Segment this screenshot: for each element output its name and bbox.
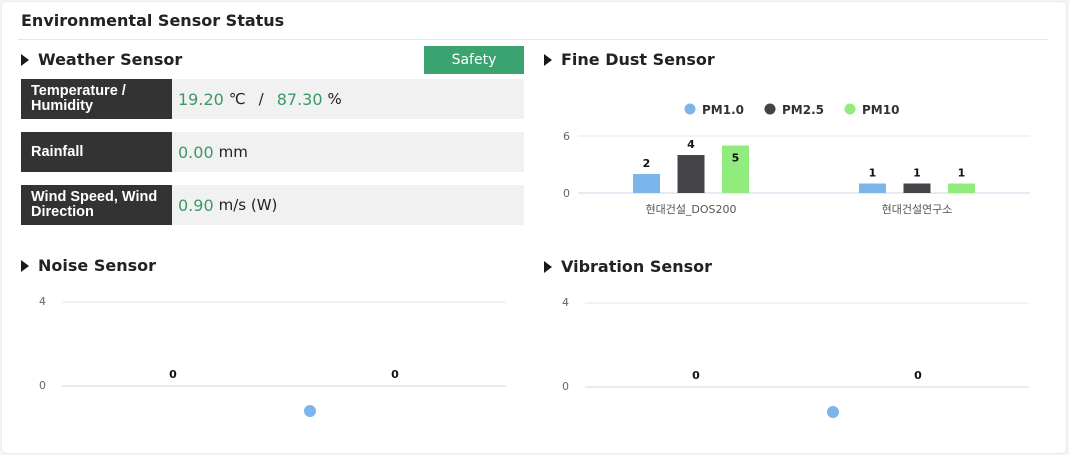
wind-speed-value: 0.90: [178, 195, 214, 215]
rainfall-value: 0.00: [178, 142, 214, 162]
wind-row: Wind Speed, Wind Direction 0.90 m/s (W): [21, 185, 524, 225]
triangle-icon: [21, 53, 29, 66]
y-tick-label: 0: [563, 187, 570, 200]
weather-sensor-title: Weather Sensor: [38, 50, 183, 69]
humidity-unit: %: [327, 90, 342, 108]
data-label: 1: [958, 167, 966, 180]
temperature-value: 19.20: [178, 89, 224, 109]
x-tick-label: 현대건설연구소: [882, 203, 953, 216]
fine-dust-title: Fine Dust Sensor: [561, 50, 715, 69]
y-tick-label: 0: [562, 380, 569, 393]
bar: [859, 183, 886, 193]
data-label: 4: [687, 138, 695, 151]
legend-marker: [827, 406, 839, 418]
data-label: 0: [914, 369, 922, 382]
legend-marker: [684, 103, 696, 115]
legend-label: PM1.0: [702, 103, 744, 117]
y-tick-label: 0: [39, 379, 46, 392]
fine-dust-heading: Fine Dust Sensor: [544, 50, 715, 69]
data-label: 5: [732, 152, 740, 165]
rainfall-value-group: 0.00 mm: [172, 132, 248, 172]
triangle-icon: [21, 259, 29, 272]
y-tick-label: 4: [562, 296, 569, 309]
rainfall-row: Rainfall 0.00 mm: [21, 132, 524, 172]
status-badge: Safety: [424, 46, 524, 74]
data-label: 0: [169, 368, 177, 381]
x-tick-label: 현대건설_DOS200: [645, 203, 736, 216]
temperature-label: Temperature / Humidity: [21, 79, 172, 119]
humidity-value: 87.30: [276, 89, 323, 109]
data-label: 1: [913, 167, 921, 180]
weather-sensor-heading: Weather Sensor: [21, 50, 182, 69]
noise-sensor-heading: Noise Sensor: [21, 256, 156, 275]
legend-label: PM2.5: [782, 103, 824, 117]
fine-dust-chart: PM1.0 PM2.5 PM10 0 6 2 4 5 현대건설_DOS200 1 1 1 현대건설연구소: [563, 103, 1030, 216]
legend-label: PM10: [862, 103, 899, 117]
wind-label: Wind Speed, Wind Direction: [21, 185, 172, 225]
triangle-icon: [544, 260, 552, 273]
rainfall-label: Rainfall: [21, 132, 172, 172]
bar: [633, 174, 660, 193]
vibration-chart: 0 4 0 0: [562, 296, 1029, 418]
vibration-sensor-heading: Vibration Sensor: [544, 257, 712, 276]
wind-unit: m/s (W): [218, 196, 278, 214]
data-label: 2: [643, 157, 651, 170]
noise-chart: 0 4 0 0: [39, 295, 506, 417]
triangle-icon: [544, 53, 552, 66]
legend-marker: [304, 405, 316, 417]
rainfall-unit: mm: [218, 143, 248, 161]
legend-marker: [764, 103, 776, 115]
vibration-sensor-title: Vibration Sensor: [561, 257, 712, 276]
data-label: 0: [692, 369, 700, 382]
title-divider: [18, 39, 1048, 40]
bar: [677, 155, 705, 193]
temperature-value-group: 19.20 ℃ / 87.30 %: [172, 79, 342, 119]
temperature-row: Temperature / Humidity 19.20 ℃ / 87.30 %: [21, 79, 524, 119]
data-label: 1: [869, 167, 877, 180]
page-title: Environmental Sensor Status: [21, 11, 285, 30]
y-tick-label: 6: [563, 130, 570, 143]
value-separator: /: [258, 90, 264, 108]
wind-value-group: 0.90 m/s (W): [172, 185, 277, 225]
noise-sensor-title: Noise Sensor: [38, 256, 156, 275]
data-label: 0: [391, 368, 399, 381]
temperature-unit: ℃: [228, 90, 246, 108]
legend-marker: [844, 103, 856, 115]
sensor-status-card: Environmental Sensor Status Weather Sens…: [1, 1, 1067, 454]
bar: [948, 183, 975, 193]
y-tick-label: 4: [39, 295, 46, 308]
bar: [903, 183, 931, 193]
